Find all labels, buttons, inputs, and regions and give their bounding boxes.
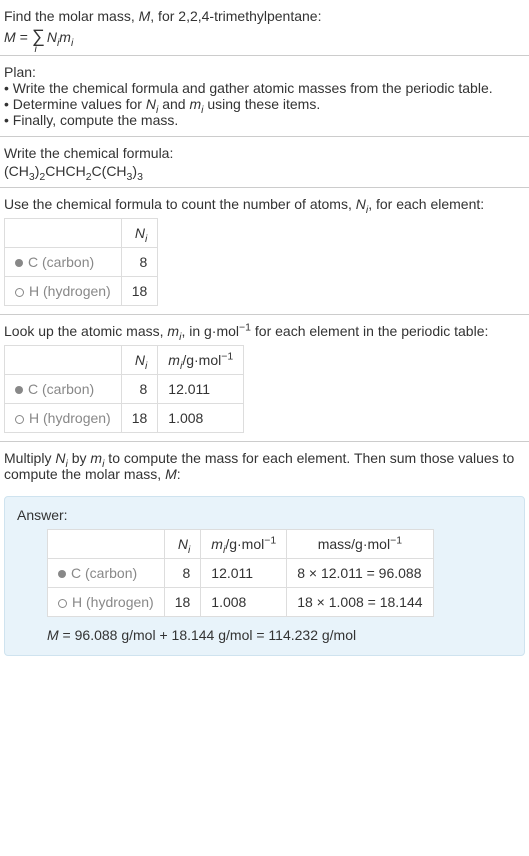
lookup-mass-section: Look up the atomic mass, mi, in g·mol−1 … [0,315,529,441]
n-value: 8 [121,375,158,404]
multiply-section: Multiply Ni by mi to compute the mass fo… [0,442,529,490]
col-mi: mi/g·mol−1 [158,346,244,375]
answer-table: Ni mi/g·mol−1 mass/g·mol−1 C (carbon) 8 … [47,529,434,617]
multiply-text: Multiply Ni by mi to compute the mass fo… [4,450,525,482]
n-value: 18 [164,588,201,617]
mass-value: 18 × 1.008 = 18.144 [287,588,433,617]
plan-section: Plan: • Write the chemical formula and g… [0,56,529,136]
table-row: C (carbon) 8 12.011 [5,375,244,404]
m-value: 12.011 [201,559,287,588]
m-value: 1.008 [158,404,244,433]
molar-mass-symbol: M [139,8,151,24]
n-value: 8 [121,248,158,277]
count-atoms-table: Ni C (carbon) 8 H (hydrogen) 18 [4,218,158,306]
answer-box: Answer: Ni mi/g·mol−1 mass/g·mol−1 C (ca… [4,496,525,656]
plan-heading: Plan: [4,64,525,80]
col-ni: Ni [121,346,158,375]
n-value: 18 [121,277,158,306]
element-cell: C (carbon) [5,248,122,277]
m-value: 12.011 [158,375,244,404]
col-ni: Ni [121,219,158,248]
m-value: 1.008 [201,588,287,617]
answer-label: Answer: [17,507,512,523]
table-row: H (hydrogen) 18 [5,277,158,306]
final-molar-mass: M = 96.088 g/mol + 18.144 g/mol = 114.23… [47,627,512,643]
table-row: H (hydrogen) 18 1.008 [5,404,244,433]
dot-icon [15,386,23,394]
dot-icon [15,288,24,297]
element-cell: H (hydrogen) [48,588,165,617]
n-value: 18 [121,404,158,433]
molar-mass-formula: M = ∑iNimi [4,26,525,47]
table-header-row: Ni [5,219,158,248]
plan-bullet-3: • Finally, compute the mass. [4,112,525,128]
col-mi: mi/g·mol−1 [201,530,287,559]
dot-icon [15,415,24,424]
element-cell: C (carbon) [48,559,165,588]
intro-pre: Find the molar mass, [4,8,139,24]
table-row: C (carbon) 8 12.011 8 × 12.011 = 96.088 [48,559,434,588]
write-formula-label: Write the chemical formula: [4,145,525,161]
lookup-mass-label: Look up the atomic mass, mi, in g·mol−1 … [4,323,525,339]
intro-text: Find the molar mass, M, for 2,2,4-trimet… [4,8,525,24]
n-value: 8 [164,559,201,588]
write-formula-section: Write the chemical formula: (CH3)2CHCH2C… [0,137,529,187]
element-cell: C (carbon) [5,375,122,404]
plan-bullet-1: • Write the chemical formula and gather … [4,80,525,96]
table-row: C (carbon) 8 [5,248,158,277]
dot-icon [58,599,67,608]
count-atoms-section: Use the chemical formula to count the nu… [0,188,529,314]
intro-end: , for 2,2,4-trimethylpentane: [150,8,321,24]
dot-icon [15,259,23,267]
element-cell: H (hydrogen) [5,404,122,433]
col-mass: mass/g·mol−1 [287,530,433,559]
col-ni: Ni [164,530,201,559]
table-header-row: Ni mi/g·mol−1 mass/g·mol−1 [48,530,434,559]
mass-value: 8 × 12.011 = 96.088 [287,559,433,588]
chemical-formula: (CH3)2CHCH2C(CH3)3 [4,163,525,179]
table-header-row: Ni mi/g·mol−1 [5,346,244,375]
lookup-mass-table: Ni mi/g·mol−1 C (carbon) 8 12.011 H (hyd… [4,345,244,433]
dot-icon [58,570,66,578]
intro-section: Find the molar mass, M, for 2,2,4-trimet… [0,0,529,55]
element-cell: H (hydrogen) [5,277,122,306]
table-row: H (hydrogen) 18 1.008 18 × 1.008 = 18.14… [48,588,434,617]
plan-bullet-2: • Determine values for Ni and mi using t… [4,96,525,112]
count-atoms-label: Use the chemical formula to count the nu… [4,196,525,212]
